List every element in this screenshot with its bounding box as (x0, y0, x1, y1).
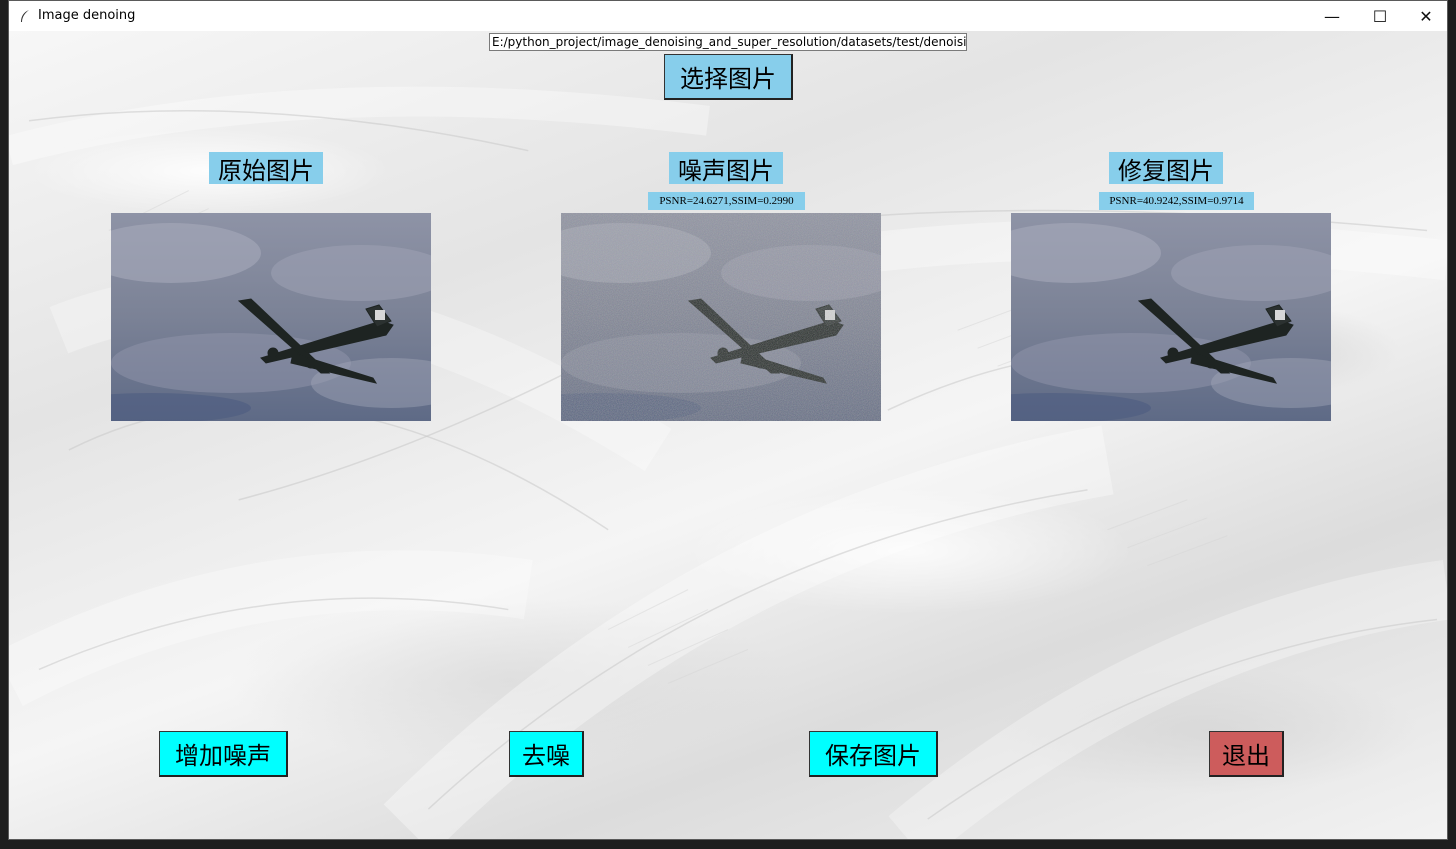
noisy-image-label: 噪声图片 (669, 152, 783, 185)
restored-image-label: 修复图片 (1109, 152, 1223, 185)
window-title: Image denoing (38, 8, 136, 23)
denoise-button[interactable]: 去噪 (509, 731, 584, 777)
title-bar: Image denoing — ☐ ✕ (9, 1, 1447, 32)
minimize-icon[interactable]: — (1309, 1, 1355, 31)
save-image-button[interactable]: 保存图片 (809, 731, 938, 777)
restored-image (1011, 213, 1331, 421)
maximize-icon[interactable]: ☐ (1357, 1, 1403, 31)
select-image-button[interactable]: 选择图片 (664, 54, 793, 100)
original-image-label: 原始图片 (209, 152, 323, 185)
add-noise-button[interactable]: 增加噪声 (159, 731, 288, 777)
close-icon[interactable]: ✕ (1403, 1, 1447, 31)
noisy-image (561, 213, 881, 421)
app-window: Image denoing — ☐ ✕ E:/python_project/im… (8, 0, 1448, 840)
path-input[interactable]: E:/python_project/image_denoising_and_su… (489, 33, 967, 51)
exit-button[interactable]: 退出 (1209, 731, 1284, 777)
noisy-metric-label: PSNR=24.6271,SSIM=0.2990 (648, 192, 805, 210)
restored-metric-label: PSNR=40.9242,SSIM=0.9714 (1099, 192, 1254, 210)
original-image (111, 213, 431, 421)
feather-icon (21, 10, 29, 22)
main-canvas: E:/python_project/image_denoising_and_su… (9, 31, 1447, 839)
